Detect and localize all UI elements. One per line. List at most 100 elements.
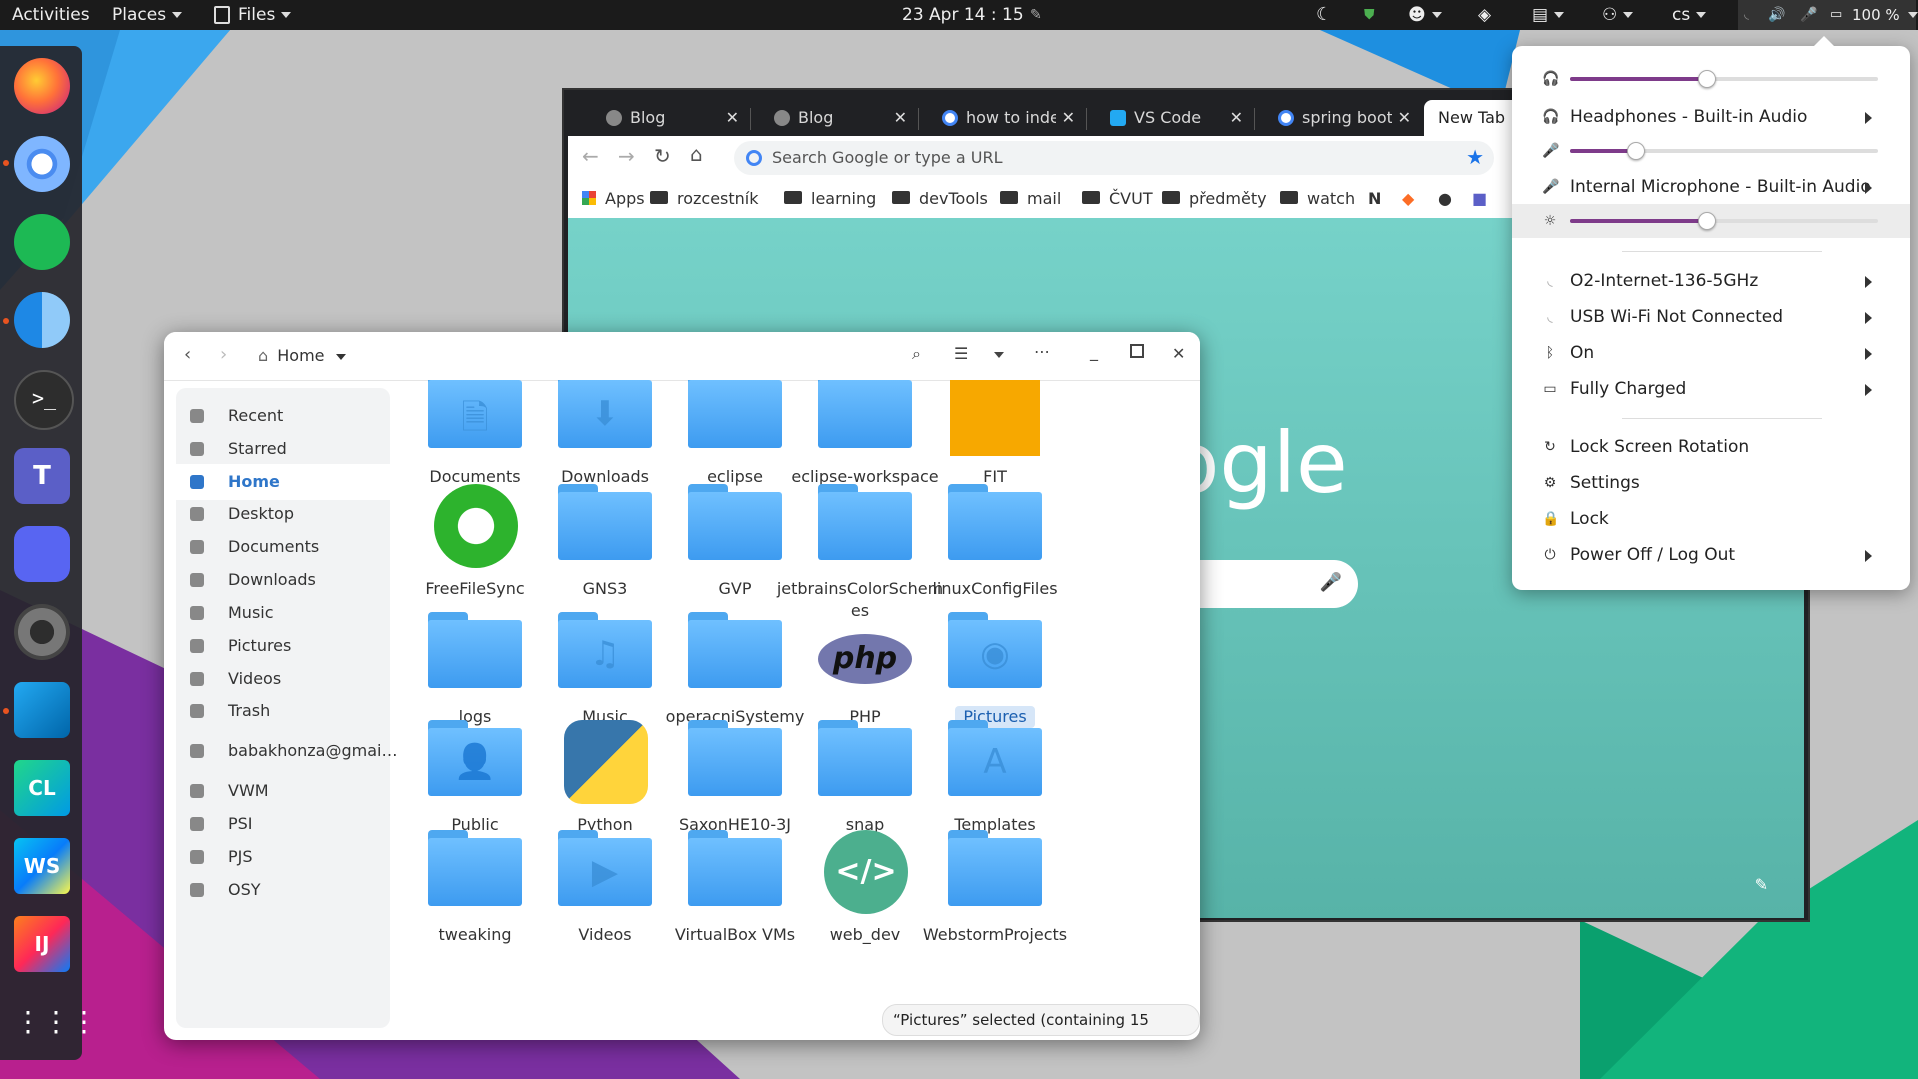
notion-icon[interactable]: N — [1368, 180, 1381, 218]
settings-icon[interactable] — [14, 604, 70, 660]
tab-how-to-indent[interactable]: how to inden ✕ — [920, 100, 1085, 136]
input-device-menu[interactable]: 🎤 Internal Microphone - Built-in Audio — [1512, 170, 1910, 204]
volume-slider[interactable] — [1570, 70, 1878, 88]
gamemode-icon[interactable]: ◈ — [1478, 0, 1491, 30]
view-options-chevron-icon[interactable] — [994, 352, 1004, 358]
sidebar-item-recent[interactable]: Recent — [176, 398, 390, 434]
file-item[interactable]: WebstormProjects — [910, 830, 1070, 960]
clion-icon[interactable]: CL — [14, 760, 70, 816]
power-off-menu[interactable]: ⏻ Power Off / Log Out — [1512, 538, 1910, 572]
close-icon[interactable]: ✕ — [1398, 100, 1411, 136]
bookmark-learning[interactable]: learning — [784, 180, 876, 218]
teams-icon[interactable]: T — [14, 448, 70, 504]
close-icon[interactable]: ✕ — [1172, 344, 1185, 363]
microphone-slider[interactable] — [1570, 142, 1878, 160]
sidebar-item-osy[interactable]: OSY — [176, 872, 390, 908]
maximize-icon[interactable] — [1130, 344, 1144, 358]
home-icon[interactable]: ⌂ — [690, 142, 703, 166]
list-view-icon[interactable]: ☰ — [954, 344, 968, 363]
tab-spring-boot[interactable]: spring boot l ✕ — [1256, 100, 1421, 136]
path-bar[interactable]: ⌂ Home — [258, 346, 346, 365]
shield-icon[interactable]: ⛊ — [1364, 0, 1375, 30]
sidebar-item-vwm[interactable]: VWM — [176, 773, 390, 809]
clock[interactable]: 23 Apr 14 : 15 — [902, 0, 1024, 30]
sidebar-item-psi[interactable]: PSI — [176, 806, 390, 842]
sidebar-item-videos[interactable]: Videos — [176, 661, 390, 697]
minimize-icon[interactable]: _ — [1090, 342, 1098, 361]
sidebar-item-babakhonza-gmai[interactable]: babakhonza@gmai… — [176, 733, 397, 769]
more-options-icon[interactable]: ⋯ — [1034, 342, 1050, 361]
back-icon[interactable]: ‹ — [184, 344, 191, 365]
slider-knob[interactable] — [1697, 212, 1716, 230]
bookmark-mail[interactable]: mail — [1000, 180, 1061, 218]
bookmark-watch[interactable]: watch — [1280, 180, 1355, 218]
sidebar-item-starred[interactable]: Starred — [176, 431, 390, 467]
brightness-icon: ☼ — [1543, 213, 1557, 229]
accessibility-menu[interactable]: ⚇ — [1602, 0, 1634, 30]
webstorm-icon[interactable]: WS — [14, 838, 70, 894]
keyboard-layout-menu[interactable]: cs — [1672, 0, 1707, 30]
show-applications-icon[interactable]: ⋮⋮⋮ — [14, 994, 98, 1050]
bookmark-apps[interactable]: Apps — [582, 180, 645, 218]
emoji-menu[interactable]: ☻ — [1408, 0, 1442, 30]
gitlab-icon[interactable]: ◆ — [1402, 180, 1414, 218]
forward-icon[interactable]: → — [618, 144, 635, 168]
bookmark-star-icon[interactable]: ★ — [1466, 145, 1484, 169]
brightness-slider[interactable] — [1570, 212, 1878, 230]
wifi-menu[interactable]: ◟ O2-Internet-136-5GHz — [1512, 264, 1910, 298]
slider-knob[interactable] — [1626, 142, 1645, 160]
vscode-icon[interactable] — [14, 682, 70, 738]
tab-blog-2[interactable]: Blog ✕ — [752, 100, 917, 136]
intellij-icon[interactable]: IJ — [14, 916, 70, 972]
tab-vscode[interactable]: VS Code ✕ — [1088, 100, 1253, 136]
usb-wifi-menu[interactable]: ◟ USB Wi-Fi Not Connected — [1512, 300, 1910, 334]
search-icon[interactable]: ⌕ — [912, 344, 921, 364]
activities-button[interactable]: Activities — [12, 0, 90, 30]
bookmark-predmety[interactable]: předměty — [1162, 180, 1267, 218]
customize-pencil-icon[interactable]: ✎ — [1755, 875, 1768, 894]
sidebar-item-downloads[interactable]: Downloads — [176, 562, 390, 598]
terminal-icon[interactable]: >_ — [14, 370, 74, 430]
chromium-icon[interactable] — [14, 136, 70, 192]
omnibox[interactable]: Search Google or type a URL ★ — [734, 141, 1494, 175]
sidebar-item-pjs[interactable]: PJS — [176, 839, 390, 875]
sidebar-item-pictures[interactable]: Pictures — [176, 628, 390, 664]
lock-button[interactable]: 🔒 Lock — [1512, 502, 1910, 536]
microphone-icon[interactable]: 🎤 — [1320, 572, 1342, 593]
power-menu[interactable]: ▭ Fully Charged — [1512, 372, 1910, 406]
finder-icon[interactable] — [14, 292, 70, 348]
places-menu[interactable]: Places — [112, 0, 183, 30]
clipboard-menu[interactable]: ▤ — [1532, 0, 1565, 30]
bookmark-devtools[interactable]: devTools — [892, 180, 988, 218]
firefox-icon[interactable] — [14, 58, 70, 114]
sidebar-item-trash[interactable]: Trash — [176, 693, 390, 729]
reload-icon[interactable]: ↻ — [654, 144, 671, 168]
settings-button[interactable]: ⚙ Settings — [1512, 466, 1910, 500]
github-icon[interactable]: ● — [1438, 180, 1452, 218]
bookmark-cvut[interactable]: ČVUT — [1082, 180, 1153, 218]
tab-blog-1[interactable]: Blog ✕ — [584, 100, 749, 136]
sidebar-item-desktop[interactable]: Desktop — [176, 496, 390, 532]
close-icon[interactable]: ✕ — [1230, 100, 1243, 136]
system-menu[interactable]: ◟ 🔊 🎤 ▭ 100 % — [1738, 0, 1918, 30]
sidebar-item-documents[interactable]: Documents — [176, 529, 390, 565]
night-light-icon[interactable]: ☾ — [1316, 0, 1332, 30]
close-icon[interactable]: ✕ — [1062, 100, 1075, 136]
sidebar-item-music[interactable]: Music — [176, 595, 390, 631]
bookmark-rozcestnik[interactable]: rozcestník — [650, 180, 759, 218]
teams-icon[interactable]: ■ — [1472, 180, 1487, 218]
discord-icon[interactable] — [14, 526, 70, 582]
forward-icon[interactable]: › — [220, 344, 227, 365]
tab-new-tab[interactable]: New Tab — [1424, 100, 1524, 136]
close-icon[interactable]: ✕ — [894, 100, 907, 136]
file-item[interactable]: linuxConfigFiles — [910, 484, 1070, 614]
output-device-menu[interactable]: 🎧 Headphones - Built-in Audio — [1512, 100, 1910, 134]
close-icon[interactable]: ✕ — [726, 100, 739, 136]
back-icon[interactable]: ← — [582, 144, 599, 168]
lock-rotation-button[interactable]: ↻ Lock Screen Rotation — [1512, 430, 1910, 464]
files-app-menu[interactable]: Files — [214, 0, 292, 30]
spotify-icon[interactable] — [14, 214, 70, 270]
sidebar-item-home[interactable]: Home — [176, 464, 390, 500]
slider-knob[interactable] — [1697, 70, 1716, 88]
bluetooth-menu[interactable]: ᛒ On — [1512, 336, 1910, 370]
